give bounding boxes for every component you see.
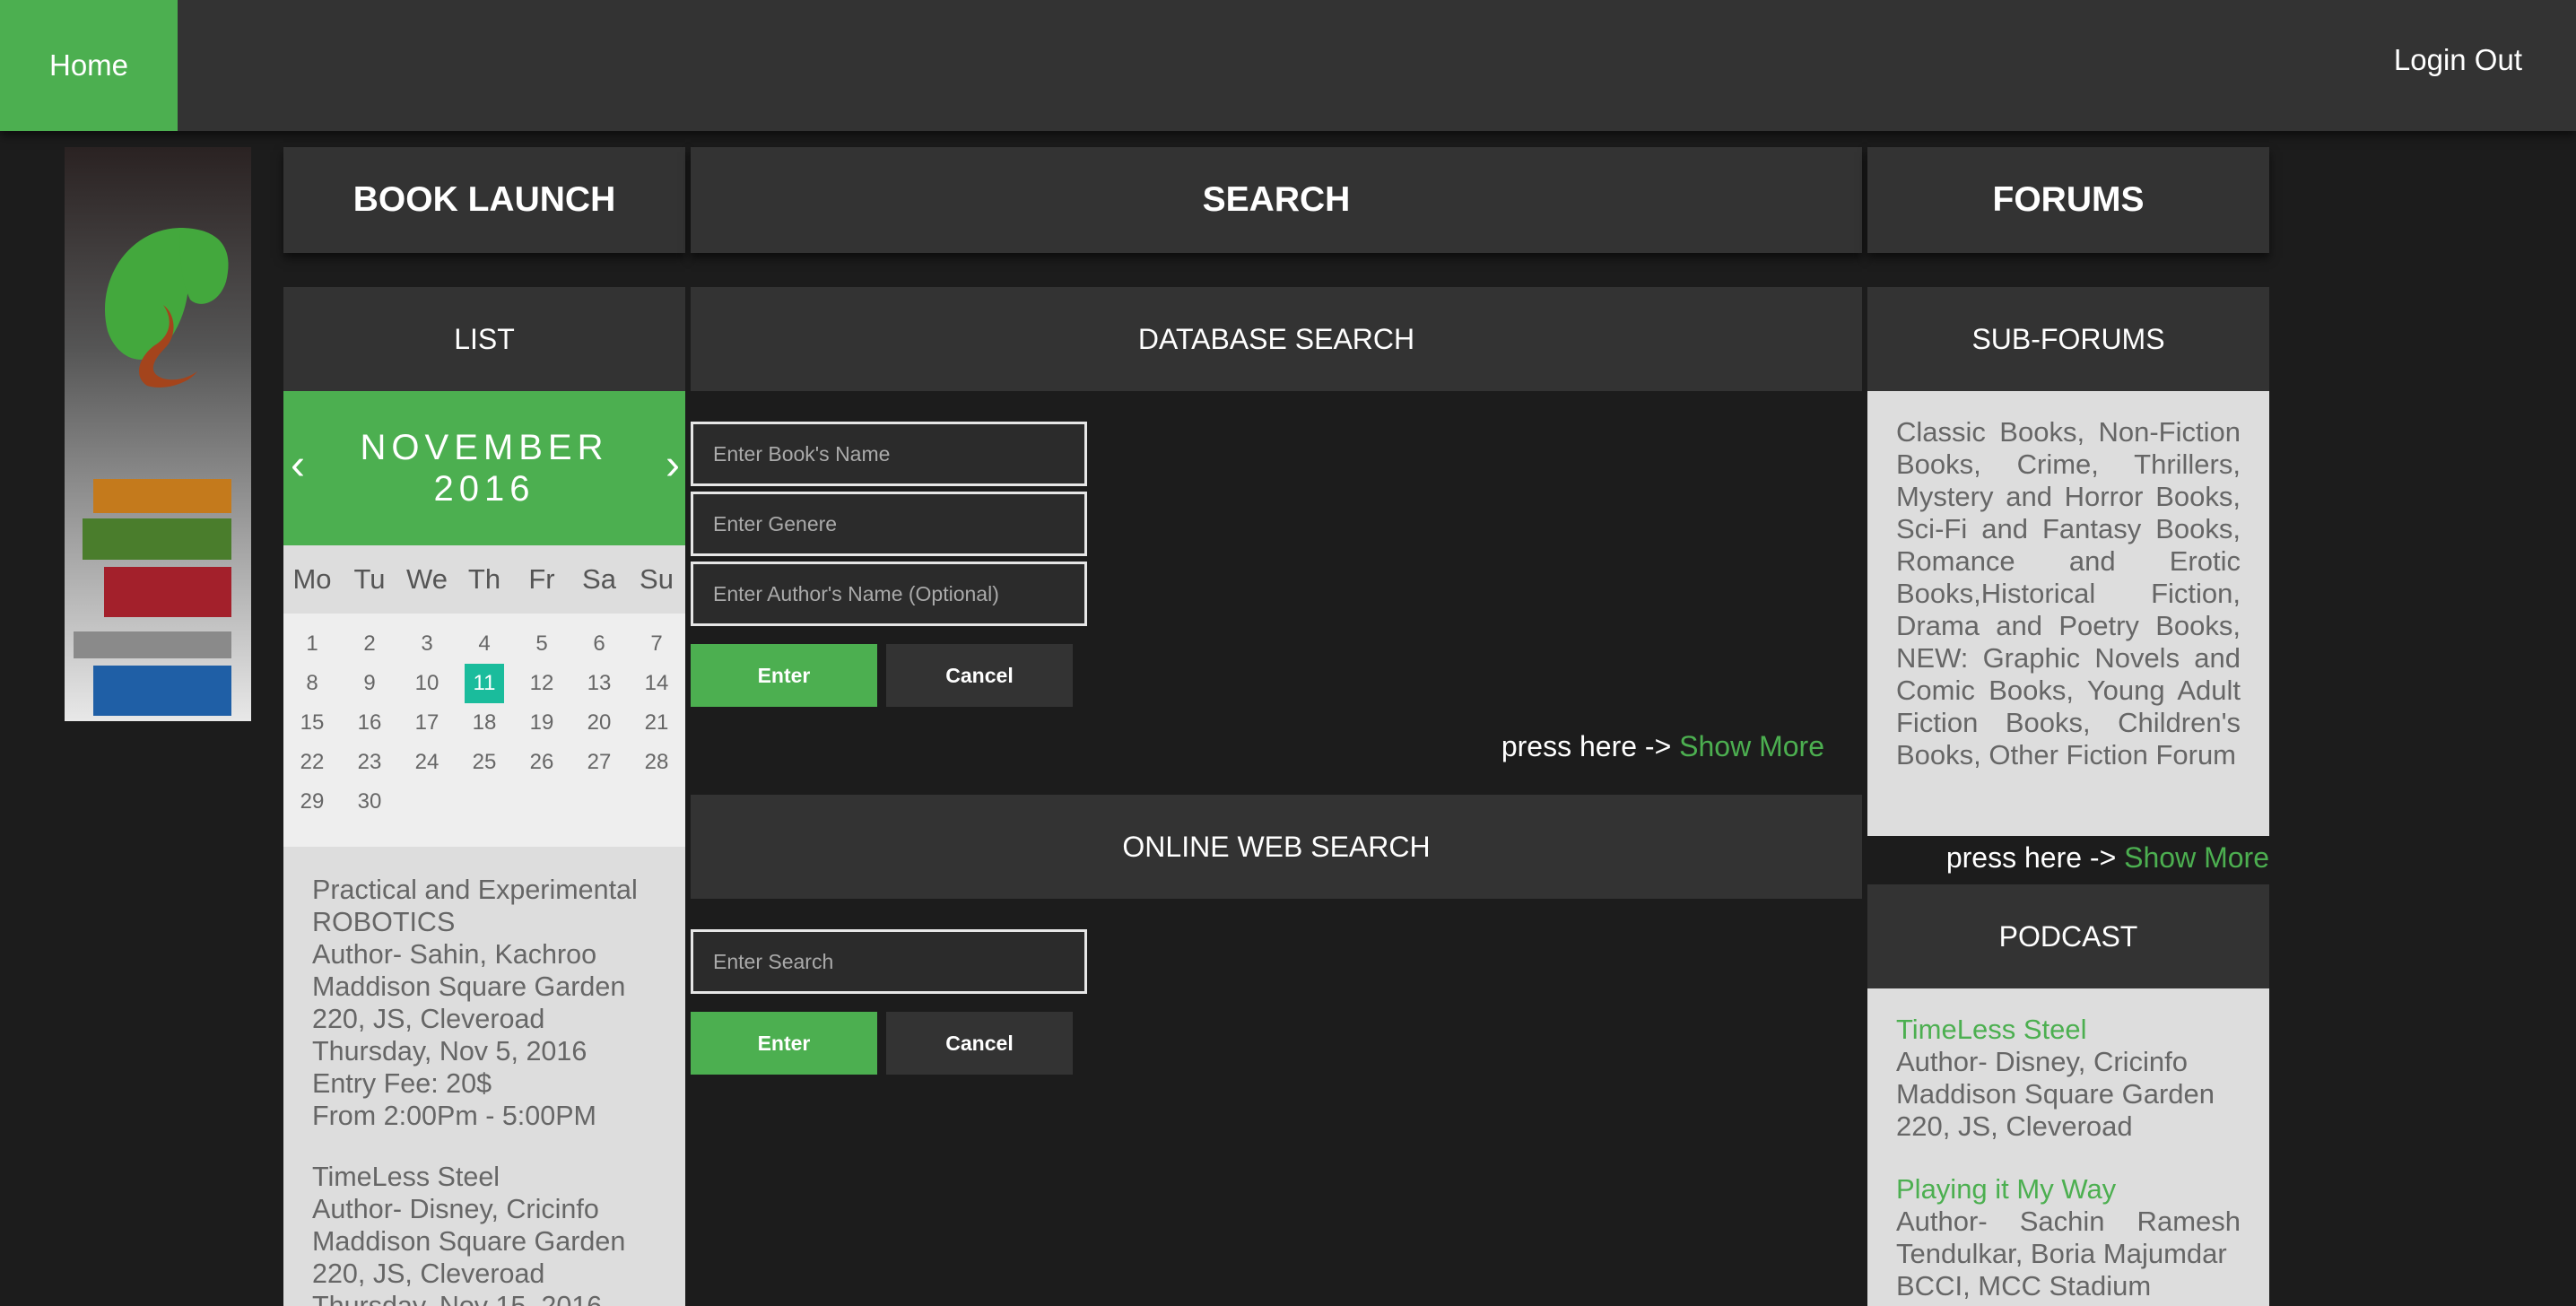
calendar-day[interactable]: 20 [579, 703, 619, 743]
event-line: Thursday, Nov 5, 2016 [312, 1036, 587, 1067]
calendar-day[interactable]: 8 [292, 664, 332, 703]
database-cancel-button[interactable]: Cancel [886, 644, 1073, 707]
calendar-day[interactable]: 29 [292, 782, 332, 822]
calendar-day[interactable]: 21 [637, 703, 676, 743]
web-cancel-button[interactable]: Cancel [886, 1012, 1073, 1075]
book-launch-header: BOOK LAUNCH [283, 147, 685, 253]
podcast-item: TimeLess Steel Author- Disney, Cricinfo … [1896, 1014, 2241, 1143]
logout-link[interactable]: Login Out [2394, 0, 2522, 120]
forums-show-more: press here -> Show More [1946, 841, 2269, 875]
calendar-day[interactable]: 5 [522, 624, 561, 664]
calendar-day[interactable]: 26 [522, 743, 561, 782]
podcast-list: TimeLess Steel Author- Disney, Cricinfo … [1867, 988, 2269, 1306]
forums-header: FORUMS [1867, 147, 2269, 253]
weekday-label: We [406, 563, 448, 595]
calendar-month: NOVEMBER [360, 428, 609, 467]
calendar-day[interactable]: 19 [522, 703, 561, 743]
calendar-day[interactable]: 14 [637, 664, 676, 703]
event-line: ROBOTICS [312, 907, 456, 937]
press-here-label: press here -> [1945, 841, 2125, 874]
book-name-input[interactable]: Enter Book's Name [691, 422, 1087, 486]
weekday-label: Tu [353, 563, 386, 595]
web-search-header: ONLINE WEB SEARCH [691, 795, 1862, 899]
calendar-day[interactable]: 3 [407, 624, 447, 664]
press-here-label: press here -> [1501, 730, 1680, 762]
calendar-day[interactable]: 9 [350, 664, 389, 703]
calendar-day[interactable]: 28 [637, 743, 676, 782]
leaf-books-logo-icon [74, 228, 231, 716]
calendar-month-label: NOVEMBER 2016 [283, 427, 685, 509]
podcast-venue: Maddison Square Garden [1896, 1078, 2215, 1110]
podcast-address: 220, JS, Cleveroad [1896, 1110, 2133, 1142]
calendar-day[interactable]: 10 [407, 664, 447, 703]
weekday-label: Th [467, 563, 501, 595]
event-line: Maddison Square Garden [312, 971, 626, 1002]
event-line: Author- Disney, Cricinfo [312, 1194, 599, 1224]
calendar-day[interactable]: 24 [407, 743, 447, 782]
event-line: Thursday, Nov 15, 2016 [312, 1291, 603, 1306]
database-show-more-link[interactable]: Show More [1679, 730, 1824, 762]
calendar-day[interactable]: 6 [579, 624, 619, 664]
calendar-next-button[interactable]: › [666, 440, 680, 490]
site-logo [65, 147, 251, 721]
home-nav-button[interactable]: Home [0, 0, 178, 131]
book-launch-list: Practical and Experimental ROBOTICS Author… [283, 847, 685, 1306]
list-header: LIST [283, 287, 685, 391]
calendar-day[interactable]: 7 [637, 624, 676, 664]
calendar-day[interactable]: 15 [292, 703, 332, 743]
calendar-day[interactable]: 30 [350, 782, 389, 822]
podcast-item: Playing it My Way Author- Sachin Ramesh … [1896, 1173, 2241, 1302]
event-line: 220, JS, Cleveroad [312, 1004, 545, 1034]
calendar-header: ‹ NOVEMBER 2016 › [283, 391, 685, 545]
weekday-label: Fr [528, 563, 555, 595]
genre-input[interactable]: Enter Genere [691, 492, 1087, 556]
calendar-day-selected[interactable]: 11 [465, 664, 504, 703]
event-item: Practical and Experimental ROBOTICS Author… [312, 874, 671, 1132]
weekday-label: Su [640, 563, 674, 595]
calendar-day[interactable]: 17 [407, 703, 447, 743]
database-search-header: DATABASE SEARCH [691, 287, 1862, 391]
database-enter-button[interactable]: Enter [691, 644, 877, 707]
podcast-author: Author- Sachin Ramesh Tendulkar, Boria M… [1896, 1206, 2241, 1269]
podcast-header: PODCAST [1867, 884, 2269, 988]
search-header: SEARCH [691, 147, 1862, 253]
calendar-day[interactable]: 23 [350, 743, 389, 782]
calendar-day[interactable]: 4 [465, 624, 504, 664]
calendar-days: 1 2 3 4 5 6 7 8 9 10 11 12 13 14 15 16 17 18 19 20 21 22 23 24 2… [283, 614, 685, 847]
calendar-day[interactable]: 27 [579, 743, 619, 782]
event-line: Practical and Experimental [312, 875, 638, 905]
podcast-title-link[interactable]: Playing it My Way [1896, 1173, 2241, 1206]
calendar-day[interactable]: 1 [292, 624, 332, 664]
top-nav: Home Login Out [0, 0, 2576, 131]
calendar-day[interactable]: 22 [292, 743, 332, 782]
calendar-year: 2016 [433, 469, 535, 509]
weekday-label: Mo [292, 563, 332, 595]
calendar-day[interactable]: 25 [465, 743, 504, 782]
web-enter-button[interactable]: Enter [691, 1012, 877, 1075]
event-line: Author- Sahin, Kachroo [312, 939, 597, 970]
event-item: TimeLess Steel Author- Disney, Cricinfo Ma… [312, 1161, 671, 1306]
event-line: 220, JS, Cleveroad [312, 1258, 545, 1289]
calendar-day[interactable]: 13 [579, 664, 619, 703]
forums-show-more-link[interactable]: Show More [2124, 841, 2269, 874]
event-line: Maddison Square Garden [312, 1226, 626, 1257]
calendar-day[interactable]: 12 [522, 664, 561, 703]
podcast-title-link[interactable]: TimeLess Steel [1896, 1014, 2241, 1046]
weekday-label: Sa [582, 563, 616, 595]
calendar-weekdays: Mo Tu We Th Fr Sa Su [283, 545, 685, 614]
event-line: TimeLess Steel [312, 1162, 500, 1192]
sub-forums-header: SUB-FORUMS [1867, 287, 2269, 391]
calendar-day[interactable]: 2 [350, 624, 389, 664]
sub-forums-list: Classic Books, Non-Fiction Books, Crime,… [1896, 416, 2241, 771]
event-line: Entry Fee: 20$ [312, 1068, 492, 1099]
podcast-venue: BCCI, MCC Stadium [1896, 1270, 2152, 1302]
calendar-day[interactable]: 16 [350, 703, 389, 743]
web-search-input[interactable]: Enter Search [691, 929, 1087, 994]
database-show-more: press here -> Show More [1501, 730, 1824, 763]
event-line: From 2:00Pm - 5:00PM [312, 1101, 596, 1131]
podcast-author: Author- Disney, Cricinfo [1896, 1046, 2189, 1077]
author-name-input[interactable]: Enter Author's Name (Optional) [691, 562, 1087, 626]
calendar-day[interactable]: 18 [465, 703, 504, 743]
sub-forums-box: Classic Books, Non-Fiction Books, Crime,… [1867, 391, 2269, 836]
